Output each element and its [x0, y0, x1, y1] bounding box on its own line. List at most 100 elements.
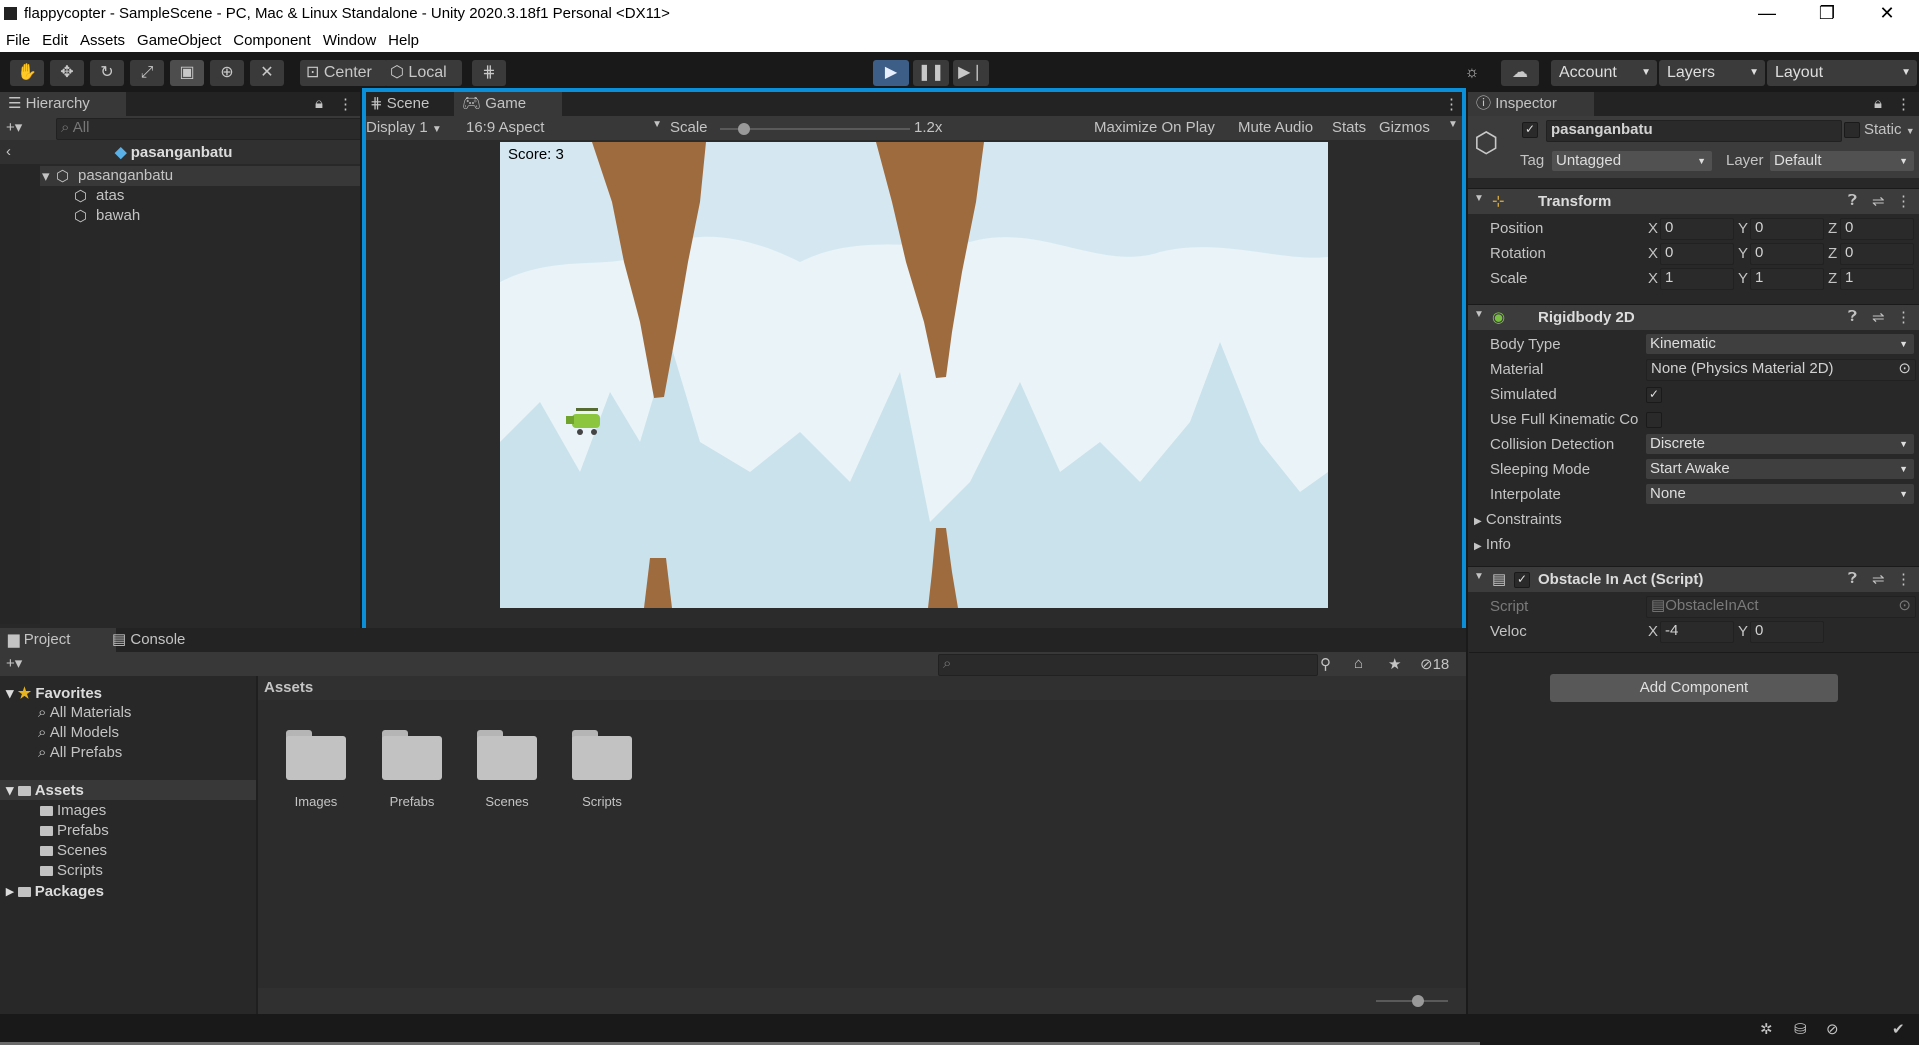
database-icon[interactable]: ⛁: [1794, 1020, 1807, 1038]
custom-tool-icon[interactable]: ✕: [250, 60, 284, 86]
favorite-all-materials[interactable]: ⌕ All Materials: [38, 704, 131, 721]
stats-toggle[interactable]: Stats: [1332, 119, 1366, 136]
filter-label-icon[interactable]: ⌂: [1354, 655, 1363, 672]
check-icon[interactable]: ✔: [1892, 1020, 1905, 1038]
aspect-dropdown[interactable]: 16:9 Aspect ▼: [466, 119, 662, 136]
menu-file[interactable]: File: [0, 28, 36, 49]
hierarchy-item-atas[interactable]: ⬡ atas: [0, 186, 360, 206]
icon-size-slider[interactable]: [1376, 995, 1448, 1007]
menu-component[interactable]: Component: [227, 28, 317, 49]
help-icon[interactable]: ❓︎: [1848, 570, 1857, 587]
play-button[interactable]: ▶: [873, 60, 909, 86]
transform-header[interactable]: ▼ ⊹ Transform ❓︎ ⇌ ⋮: [1468, 188, 1919, 214]
pivot-local-button[interactable]: ⬡ Local: [384, 60, 462, 86]
more-icon[interactable]: ⋮: [1896, 192, 1911, 210]
packages-node[interactable]: ▸ Packages: [6, 882, 104, 900]
lock-icon[interactable]: 🔒︎: [315, 95, 323, 112]
hidden-packages-toggle[interactable]: ⊘18: [1420, 655, 1449, 673]
more-icon[interactable]: ⋮: [338, 95, 353, 113]
asset-folder-scripts[interactable]: Scripts: [572, 730, 652, 820]
position-z-field[interactable]: 0: [1840, 218, 1914, 240]
cloud-icon[interactable]: ☁: [1501, 60, 1539, 86]
static-dropdown[interactable]: Static ▼: [1864, 121, 1915, 138]
game-render[interactable]: [500, 142, 1328, 608]
more-icon[interactable]: ⋮: [1896, 570, 1911, 588]
hand-tool-icon[interactable]: ✋: [10, 60, 44, 86]
tree-folder-images[interactable]: Images: [40, 802, 106, 819]
veloc-y-field[interactable]: 0: [1750, 621, 1824, 643]
favorite-all-prefabs[interactable]: ⌕ All Prefabs: [38, 744, 122, 761]
active-checkbox[interactable]: ✓: [1522, 122, 1538, 138]
tab-inspector[interactable]: ⓘ Inspector: [1468, 92, 1594, 116]
filter-type-icon[interactable]: ⚲: [1320, 655, 1331, 673]
add-component-button[interactable]: Add Component: [1550, 674, 1838, 702]
rigidbody-header[interactable]: ▼ ◉ Rigidbody 2D ❓︎ ⇌ ⋮: [1468, 304, 1919, 330]
material-field[interactable]: None (Physics Material 2D) ⊙: [1646, 359, 1916, 381]
layers-dropdown[interactable]: Layers ▼: [1659, 60, 1765, 86]
step-button[interactable]: ▶❘: [953, 60, 989, 86]
rect-tool-icon[interactable]: ▣: [170, 60, 204, 86]
pivot-center-button[interactable]: ⊡ Center: [300, 60, 388, 86]
transform-tool-icon[interactable]: ⊕: [210, 60, 244, 86]
more-icon[interactable]: ⋮: [1896, 308, 1911, 326]
maximize-on-play-toggle[interactable]: Maximize On Play: [1094, 119, 1215, 136]
mute-audio-toggle[interactable]: Mute Audio: [1238, 119, 1313, 136]
asset-folder-prefabs[interactable]: Prefabs: [382, 730, 462, 820]
more-icon[interactable]: ⋮: [1896, 95, 1911, 113]
info-foldout[interactable]: ▶ Info: [1474, 536, 1511, 553]
menu-window[interactable]: Window: [317, 28, 382, 49]
menu-edit[interactable]: Edit: [36, 28, 74, 49]
help-icon[interactable]: ❓︎: [1848, 192, 1857, 209]
add-icon[interactable]: +▾: [6, 118, 22, 136]
tab-console[interactable]: ▤ Console: [104, 628, 220, 652]
project-search-input[interactable]: ⌕: [938, 654, 1318, 676]
hierarchy-search-input[interactable]: ⌕ All: [56, 118, 362, 140]
position-y-field[interactable]: 0: [1750, 218, 1824, 240]
chevron-down-icon[interactable]: ▼: [1448, 119, 1458, 130]
object-name-input[interactable]: pasanganbatu: [1546, 120, 1842, 142]
tree-folder-scripts[interactable]: Scripts: [40, 862, 103, 879]
tag-dropdown[interactable]: Untagged ▼: [1552, 151, 1712, 171]
menu-assets[interactable]: Assets: [74, 28, 131, 49]
more-icon[interactable]: ⋮: [1444, 95, 1459, 113]
assets-node[interactable]: ▾ Assets: [0, 780, 256, 800]
favorites-node[interactable]: ▾ ★ Favorites: [6, 684, 102, 702]
script-enabled-checkbox[interactable]: ✓: [1514, 572, 1530, 588]
rotate-tool-icon[interactable]: ↻: [90, 60, 124, 86]
minimize-button[interactable]: —: [1739, 0, 1795, 28]
tab-hierarchy[interactable]: ☰ Hierarchy: [0, 92, 126, 116]
grid-snap-icon[interactable]: ⋕: [472, 60, 506, 86]
asset-folder-scenes[interactable]: Scenes: [477, 730, 557, 820]
move-tool-icon[interactable]: ✥: [50, 60, 84, 86]
expand-icon[interactable]: ▾: [42, 167, 50, 185]
add-icon[interactable]: +▾: [6, 654, 22, 672]
scale-x-field[interactable]: 1: [1660, 268, 1734, 290]
tree-folder-scenes[interactable]: Scenes: [40, 842, 107, 859]
maximize-button[interactable]: ❐: [1799, 0, 1855, 28]
hierarchy-item-root[interactable]: ▾ ⬡ pasanganbatu: [0, 166, 360, 186]
layout-dropdown[interactable]: Layout ▼: [1767, 60, 1917, 86]
icon-size-slider-handle[interactable]: [1412, 995, 1424, 1007]
breadcrumb-item[interactable]: ◆ pasanganbatu: [115, 143, 232, 161]
sleeping-dropdown[interactable]: Start Awake ▼: [1646, 459, 1914, 479]
splitter[interactable]: [360, 92, 362, 628]
preset-icon[interactable]: ⇌: [1872, 570, 1885, 588]
close-button[interactable]: ✕: [1859, 0, 1915, 28]
display-dropdown[interactable]: Display 1 ▼: [366, 119, 442, 136]
favorite-all-models[interactable]: ⌕ All Models: [38, 724, 119, 741]
account-dropdown[interactable]: Account ▼: [1551, 60, 1657, 86]
menu-gameobject[interactable]: GameObject: [131, 28, 227, 49]
hierarchy-item-bawah[interactable]: ⬡ bawah: [0, 206, 360, 226]
collab-icon[interactable]: ☼: [1455, 60, 1489, 86]
static-checkbox[interactable]: [1844, 122, 1860, 138]
constraints-foldout[interactable]: ▶ Constraints: [1474, 511, 1562, 528]
menu-help[interactable]: Help: [382, 28, 425, 49]
scale-z-field[interactable]: 1: [1840, 268, 1914, 290]
bug-icon[interactable]: ✲: [1760, 1020, 1773, 1038]
network-off-icon[interactable]: ⊘: [1826, 1020, 1839, 1038]
tab-project[interactable]: ▆ Project: [0, 628, 116, 652]
preset-icon[interactable]: ⇌: [1872, 192, 1885, 210]
collision-dropdown[interactable]: Discrete ▼: [1646, 434, 1914, 454]
splitter[interactable]: [1466, 92, 1468, 1014]
gizmos-toggle[interactable]: Gizmos: [1379, 119, 1430, 136]
